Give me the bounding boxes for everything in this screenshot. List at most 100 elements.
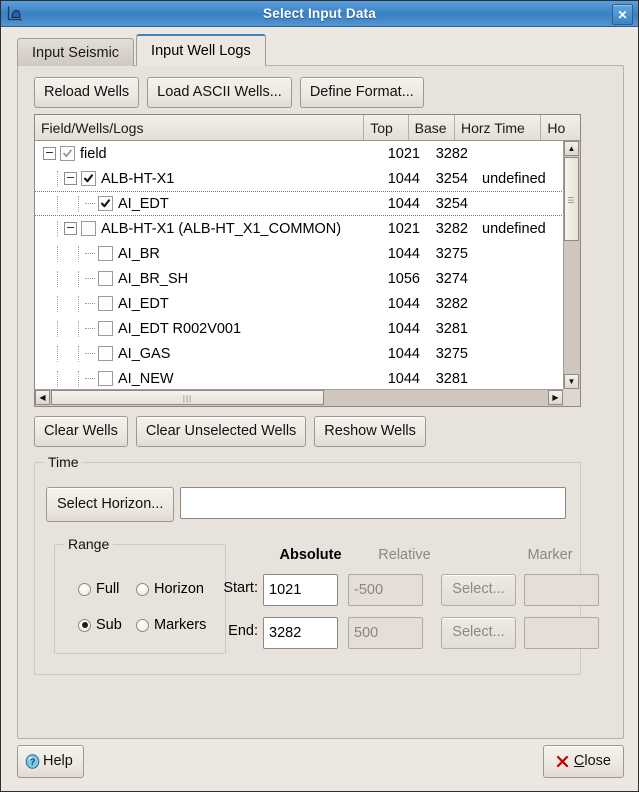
start-marker-value-input (524, 574, 599, 606)
select-horizon-button[interactable]: Select Horizon... (46, 487, 175, 523)
end-marker-select-button: Select... (441, 617, 516, 649)
tree-row[interactable]: AI_BR_SH 1056 3274 (35, 266, 564, 291)
tree-row-top-value: 1044 (387, 370, 420, 387)
tree-row[interactable]: AI_BR 1044 3275 (35, 241, 564, 266)
tree-row[interactable]: AI_EDT R002V001 1044 3281 (35, 316, 564, 341)
tree-row-top-value: 1044 (387, 245, 420, 262)
end-absolute-input[interactable] (263, 617, 338, 649)
column-header-horz-time[interactable]: Horz Time (455, 115, 542, 140)
clear-wells-button[interactable]: Clear Wells (34, 416, 128, 448)
reload-wells-button[interactable]: Reload Wells (34, 77, 140, 109)
column-header-field-wells-logs[interactable]: Field/Wells/Logs (35, 115, 365, 140)
tree-elbow-icon (85, 323, 97, 334)
tree-vertical-scrollbar[interactable]: ▲ ☰ ▼ (563, 141, 580, 389)
start-relative-input (348, 574, 423, 606)
tree-expander-icon[interactable] (64, 172, 77, 185)
tree-row-label: ALB-HT-X1 (101, 170, 175, 187)
tree-row-name-cell: AI_NEW (35, 370, 380, 387)
tree-row-checkbox[interactable] (98, 296, 113, 311)
tree-row-base-value: 3282 (435, 145, 468, 162)
radio-markers-icon[interactable] (136, 618, 149, 632)
load-ascii-wells-button[interactable]: Load ASCII Wells... (147, 77, 292, 109)
tree-row-checkbox[interactable] (98, 246, 113, 261)
tree-row[interactable]: AI_NEW 1044 3281 (35, 366, 564, 391)
column-header-top[interactable]: Top (364, 115, 409, 140)
window-close-button[interactable]: ✕ (612, 4, 633, 25)
dialog-body: Input Seismic Input Well Logs Reload Wel… (1, 27, 638, 791)
red-x-icon (556, 755, 569, 768)
tree-row-horz-time-value: undefined (482, 170, 546, 187)
marker-column-header: Marker (527, 547, 573, 563)
close-label-rest: lose (584, 753, 611, 769)
vertical-scroll-thumb[interactable]: ☰ (564, 157, 579, 241)
radio-sub-icon[interactable] (78, 618, 91, 632)
tree-row[interactable]: ALB-HT-X1 (ALB-HT_X1_COMMON) 1021 3282 unde… (35, 216, 564, 241)
tree-row-name-cell: field (35, 146, 380, 162)
tree-row[interactable]: field 1021 3282 (35, 141, 564, 166)
radio-horizon-icon[interactable] (136, 582, 149, 596)
reshow-wells-button[interactable]: Reshow Wells (314, 416, 426, 448)
horizon-text-input[interactable] (180, 487, 566, 519)
radio-range-full[interactable]: Full (78, 581, 119, 597)
window-titlebar: Select Input Data ✕ (1, 1, 638, 27)
tree-rows-container[interactable]: field 1021 3282 ALB-HT-X1 1044 3254 undefined A… (35, 141, 564, 391)
tree-row-name-cell: AI_BR_SH (35, 270, 380, 287)
tree-row-checkbox[interactable] (98, 271, 113, 286)
tree-row[interactable]: ALB-HT-X1 1044 3254 undefined (35, 166, 564, 191)
column-header-ho[interactable]: Ho (541, 115, 580, 140)
select-input-data-dialog: Select Input Data ✕ Input Seismic Input … (0, 0, 639, 792)
tree-expander-icon[interactable] (43, 147, 56, 160)
clear-unselected-wells-button[interactable]: Clear Unselected Wells (135, 416, 307, 448)
scrollbar-corner (563, 389, 580, 406)
tree-elbow-icon (85, 373, 97, 384)
radio-range-horizon[interactable]: Horizon (136, 581, 204, 597)
start-absolute-input[interactable] (263, 574, 338, 606)
tree-row-checkbox[interactable] (98, 321, 113, 336)
tree-row-top-value: 1044 (387, 295, 420, 312)
tree-row-base-value: 3282 (435, 295, 468, 312)
tree-row-name-cell: ALB-HT-X1 (35, 170, 380, 187)
horizontal-scroll-thumb[interactable]: ||| (51, 390, 324, 405)
tree-row-checkbox[interactable] (98, 196, 113, 211)
tree-row-checkbox[interactable] (98, 371, 113, 386)
tree-row-top-value: 1021 (387, 145, 420, 162)
scroll-left-arrow-icon[interactable]: ◀ (35, 390, 50, 405)
scroll-up-arrow-icon[interactable]: ▲ (564, 141, 579, 156)
radio-range-sub[interactable]: Sub (78, 617, 122, 633)
tree-elbow-icon (85, 248, 97, 259)
help-button-label: Help (43, 753, 73, 769)
tree-horizontal-scrollbar[interactable]: ◀ ||| ▶ (35, 389, 563, 406)
well-actions-row: Clear Wells Clear Unselected Wells Resho… (34, 416, 426, 448)
tree-row-name-cell: AI_EDT (35, 195, 380, 212)
column-header-base[interactable]: Base (409, 115, 455, 140)
tree-row[interactable]: AI_EDT 1044 3254 (35, 191, 564, 216)
define-format-button[interactable]: Define Format... (299, 77, 424, 109)
tab-input-seismic[interactable]: Input Seismic (17, 38, 135, 66)
radio-range-markers[interactable]: Markers (136, 617, 206, 633)
scroll-right-arrow-icon[interactable]: ▶ (548, 390, 563, 405)
tree-row-checkbox[interactable] (81, 171, 96, 186)
time-group-title: Time (44, 454, 83, 470)
scroll-down-arrow-icon[interactable]: ▼ (564, 374, 579, 389)
close-button[interactable]: Close (542, 745, 624, 779)
radio-full-icon[interactable] (78, 582, 91, 596)
tree-row-label: field (80, 145, 107, 162)
help-button[interactable]: ? Help (17, 745, 84, 779)
tree-row-checkbox[interactable] (98, 346, 113, 361)
tree-row-checkbox[interactable] (60, 146, 75, 161)
tree-row-checkbox[interactable] (81, 221, 96, 236)
tree-row-label: AI_GAS (118, 345, 171, 362)
tree-guide-line (57, 270, 59, 287)
tab-input-seismic-label: Input Seismic (32, 44, 120, 61)
tree-expander-icon[interactable] (64, 222, 77, 235)
tab-input-well-logs[interactable]: Input Well Logs (136, 34, 266, 66)
tree-guide-line (78, 370, 80, 387)
wells-tree-table: Field/Wells/Logs Top Base Horz Time Ho f… (34, 114, 581, 407)
tree-row-label: ALB-HT-X1 (ALB-HT_X1_COMMON) (101, 220, 342, 237)
input-well-logs-panel: Reload Wells Load ASCII Wells... Define … (17, 65, 624, 739)
end-row-label: End: (228, 623, 258, 639)
svg-text:?: ? (30, 757, 36, 767)
tree-row[interactable]: AI_GAS 1044 3275 (35, 341, 564, 366)
tree-row[interactable]: AI_EDT 1044 3282 (35, 291, 564, 316)
tree-row-name-cell: ALB-HT-X1 (ALB-HT_X1_COMMON) (35, 220, 380, 237)
